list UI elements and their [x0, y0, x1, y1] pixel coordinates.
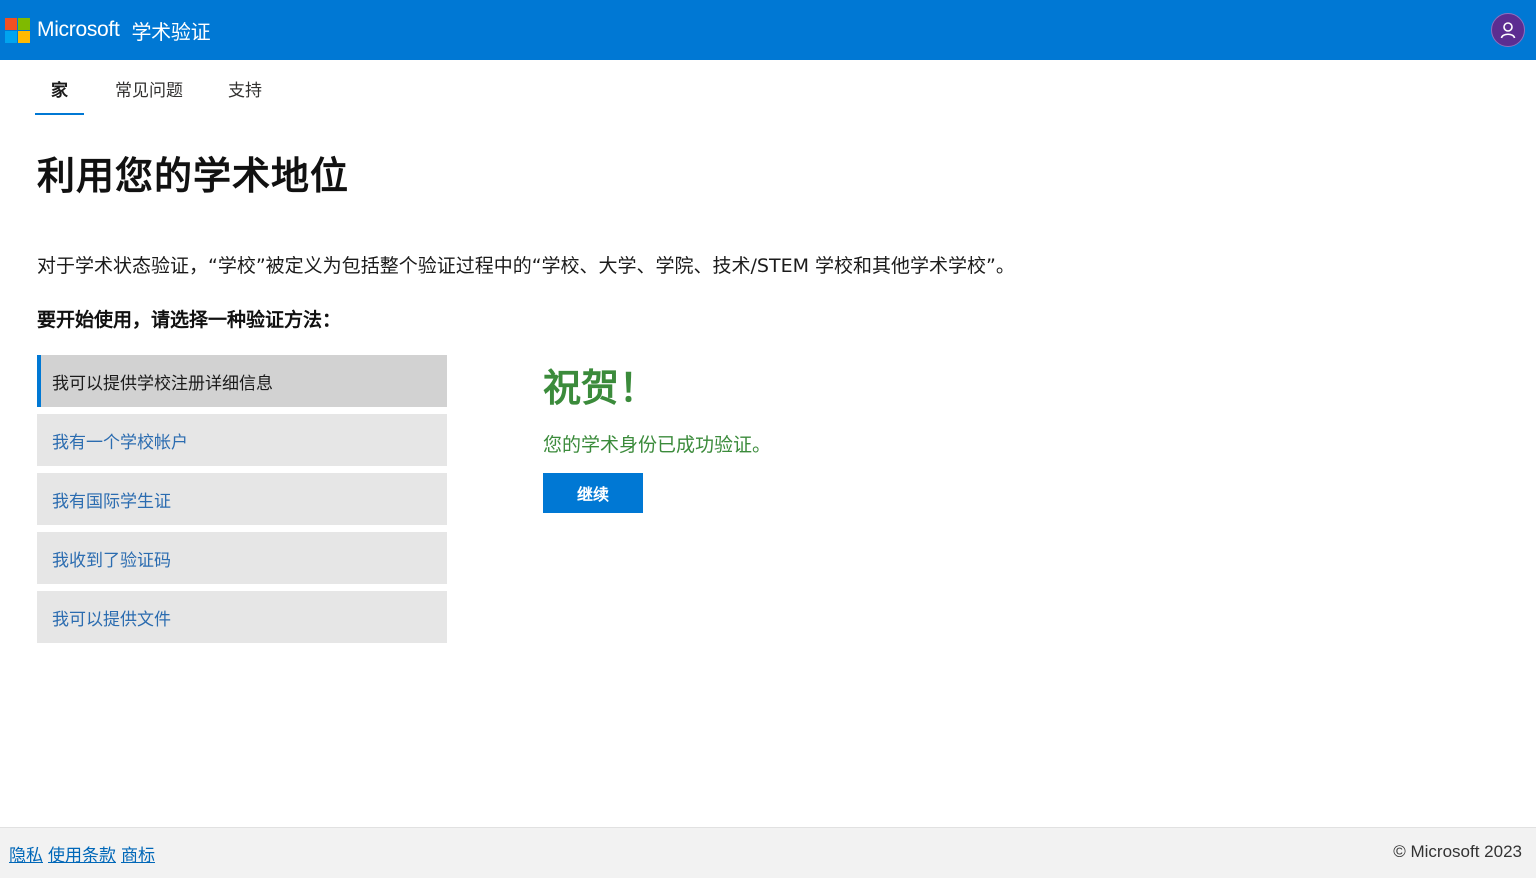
- method-label: 我可以提供学校注册详细信息: [52, 373, 273, 394]
- product-name: 学术验证: [131, 19, 211, 44]
- method-international-student-id[interactable]: 我有国际学生证: [37, 473, 447, 525]
- tab-faq[interactable]: 常见问题: [99, 62, 199, 115]
- top-header: Microsoft 学术验证: [0, 0, 1536, 60]
- tab-faq-label: 常见问题: [115, 81, 183, 101]
- continue-button[interactable]: 继续: [543, 473, 643, 513]
- privacy-link[interactable]: 隐私: [9, 841, 43, 866]
- tab-home-label: 家: [51, 81, 68, 101]
- user-icon: [1500, 22, 1516, 39]
- tab-support-label: 支持: [228, 81, 262, 101]
- method-verification-code[interactable]: 我收到了验证码: [37, 532, 447, 584]
- copyright: © Microsoft 2023: [1393, 842, 1522, 861]
- intro-text: 对于学术状态验证，“学校”被定义为包括整个验证过程中的“学校、大学、学院、技术/…: [37, 255, 1015, 277]
- account-avatar[interactable]: [1491, 13, 1525, 47]
- verification-methods: 我可以提供学校注册详细信息 我有一个学校帐户 我有国际学生证 我收到了验证码 我…: [37, 355, 447, 650]
- trademark-link[interactable]: 商标: [121, 841, 155, 866]
- tab-support[interactable]: 支持: [212, 62, 278, 115]
- method-provide-documents[interactable]: 我可以提供文件: [37, 591, 447, 643]
- footer: 隐私 使用条款 商标 © Microsoft 2023: [0, 827, 1536, 878]
- footer-links: 隐私 使用条款 商标: [9, 841, 155, 866]
- method-prompt: 要开始使用，请选择一种验证方法：: [37, 309, 342, 331]
- method-school-enrollment[interactable]: 我可以提供学校注册详细信息: [37, 355, 447, 407]
- method-label: 我收到了验证码: [52, 550, 171, 571]
- microsoft-logo-icon[interactable]: [5, 18, 31, 43]
- method-label: 我有国际学生证: [52, 491, 171, 512]
- method-school-account[interactable]: 我有一个学校帐户: [37, 414, 447, 466]
- brand[interactable]: Microsoft 学术验证: [37, 14, 211, 46]
- method-label: 我可以提供文件: [52, 609, 171, 630]
- page-title: 利用您的学术地位: [37, 154, 350, 198]
- tab-home[interactable]: 家: [35, 62, 84, 115]
- method-label: 我有一个学校帐户: [52, 432, 188, 453]
- success-message: 您的学术身份已成功验证。: [543, 434, 772, 456]
- main-nav: 家 常见问题 支持: [35, 62, 278, 116]
- congrats-heading: 祝贺！: [543, 366, 658, 410]
- terms-link[interactable]: 使用条款: [48, 841, 116, 866]
- brand-name: Microsoft: [37, 18, 120, 41]
